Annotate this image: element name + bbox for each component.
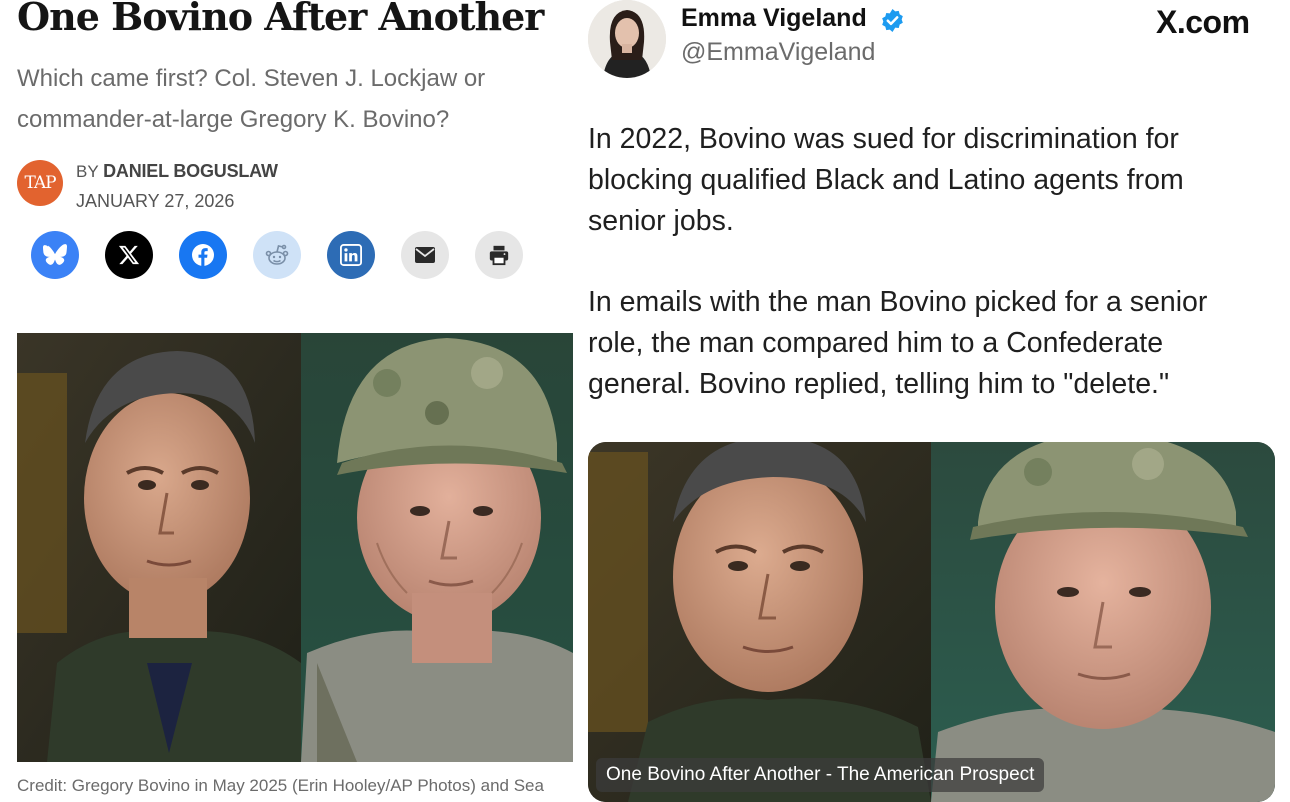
author-link[interactable]: DANIEL BOGUSLAW — [103, 161, 278, 181]
print-icon — [489, 245, 509, 266]
share-linkedin-button[interactable] — [327, 231, 375, 279]
photo-composite — [17, 333, 573, 762]
handle[interactable]: @EmmaVigeland — [681, 38, 875, 67]
reddit-icon — [265, 244, 289, 265]
share-email-button[interactable] — [401, 231, 449, 279]
share-bluesky-button[interactable] — [31, 231, 79, 279]
link-card-caption[interactable]: One Bovino After Another - The American … — [596, 758, 1045, 792]
tap-logo: TAP — [17, 160, 63, 206]
share-reddit-button[interactable] — [253, 231, 301, 279]
x-icon — [118, 245, 140, 265]
article-title: One Bovino After Another — [17, 0, 544, 39]
byline: BY DANIEL BOGUSLAW — [76, 161, 278, 182]
avatar-image — [588, 0, 666, 78]
tweet-text-paragraph: In emails with the man Bovino picked for… — [588, 286, 1208, 400]
article-hero-image — [17, 333, 573, 762]
x-com-label: X.com — [1156, 4, 1250, 40]
publish-date: JANUARY 27, 2026 — [76, 191, 235, 211]
share-x-button[interactable] — [105, 231, 153, 279]
tweet-text-paragraph: In 2022, Bovino was sued for discriminat… — [588, 123, 1184, 237]
linkedin-icon — [340, 244, 362, 266]
share-print-button[interactable] — [475, 231, 523, 279]
card-photo-composite — [588, 442, 1275, 802]
image-credit: Credit: Gregory Bovino in May 2025 (Erin… — [17, 776, 544, 795]
article-subtitle: Which came first? Col. Steven J. Lockjaw… — [17, 65, 486, 133]
email-icon — [415, 247, 435, 263]
avatar[interactable] — [588, 0, 666, 78]
facebook-icon — [192, 244, 214, 266]
verified-badge-icon — [882, 9, 903, 32]
tap-logo-text: TAP — [24, 173, 56, 193]
display-name[interactable]: Emma Vigeland — [681, 4, 867, 33]
bluesky-icon — [43, 244, 67, 265]
byline-prefix: BY — [76, 162, 104, 181]
link-card-image[interactable] — [588, 442, 1275, 802]
share-facebook-button[interactable] — [179, 231, 227, 279]
